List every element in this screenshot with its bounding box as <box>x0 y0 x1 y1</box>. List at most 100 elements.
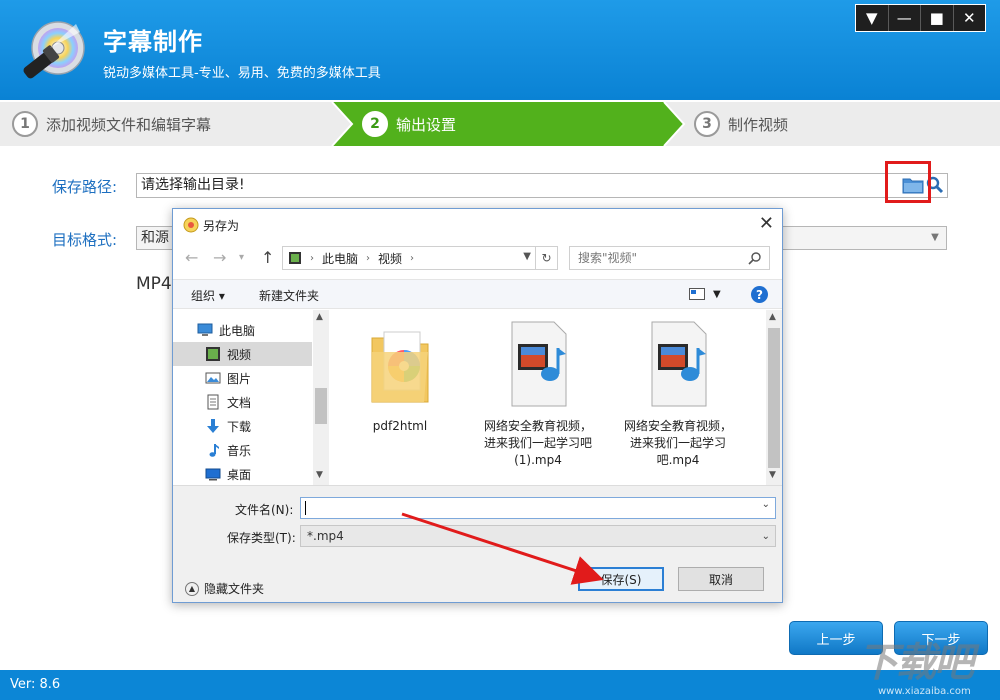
save-path-label: 保存路径: <box>52 178 118 196</box>
tree-item-computer[interactable]: 此电脑 <box>173 318 312 342</box>
scroll-down-icon[interactable]: ▼ <box>316 470 323 480</box>
computer-icon <box>197 323 213 336</box>
step-3[interactable]: 3 制作视频 <box>694 102 788 146</box>
recent-dropdown-icon[interactable]: ▾ <box>239 252 244 263</box>
watermark-url: www.xiazaiba.com <box>878 686 971 697</box>
breadcrumb-separator: › <box>310 252 314 264</box>
app-header: 字幕制作 锐动多媒体工具-专业、易用、免费的多媒体工具 ▼ — ■ ✕ <box>0 0 1000 100</box>
filetype-label: 保存类型(T): <box>227 531 296 545</box>
dialog-close-button[interactable]: ✕ <box>759 213 774 234</box>
breadcrumb-separator: › <box>410 252 415 264</box>
prev-step-button[interactable]: 上一步 <box>789 621 883 655</box>
new-folder-button[interactable]: 新建文件夹 <box>259 287 319 304</box>
desktop-icon <box>205 468 221 481</box>
target-format-value: 和源 <box>141 230 169 246</box>
tree-scroll-thumb[interactable] <box>315 388 327 424</box>
cancel-button[interactable]: 取消 <box>678 567 764 591</box>
search-placeholder: 搜索"视频" <box>578 251 638 265</box>
breadcrumb-separator: › <box>366 252 371 264</box>
dialog-search-input[interactable]: 搜索"视频" <box>569 246 770 270</box>
status-bar: Ver: 8.6 <box>0 670 1000 700</box>
file-name: 网络安全教育视频，进来我们一起学习吧(1).mp4 <box>483 419 592 467</box>
documents-icon <box>207 394 219 410</box>
dialog-bottom-panel: 文件名(N): ⌄ 保存类型(T): *.mp4 ⌄ ▲ 隐藏文件夹 保存(S)… <box>173 485 782 602</box>
breadcrumb-videos[interactable]: 视频 <box>378 250 402 267</box>
step-1[interactable]: 1 添加视频文件和编辑字幕 <box>12 102 211 146</box>
step-2[interactable]: 2 输出设置 <box>362 102 456 146</box>
tree-item-label: 下载 <box>227 419 252 434</box>
target-format-label: 目标格式: <box>52 231 118 249</box>
step-1-label: 添加视频文件和编辑字幕 <box>46 115 212 134</box>
navigation-tree: 此电脑 视频 图片 文档 下载 音乐 桌面 <box>173 310 313 485</box>
address-dropdown-icon[interactable]: ▼ <box>523 251 531 262</box>
scroll-up-icon[interactable]: ▲ <box>769 312 776 322</box>
organize-menu[interactable]: 组织 ▾ <box>191 287 225 304</box>
window-menu-button[interactable]: ▼ <box>856 5 889 31</box>
filetype-select[interactable]: *.mp4 ⌄ <box>300 525 776 547</box>
app-logo-icon <box>23 21 85 79</box>
app-subtitle: 锐动多媒体工具-专业、易用、免费的多媒体工具 <box>103 66 381 81</box>
dialog-title: 另存为 <box>203 219 240 233</box>
file-item-folder[interactable]: pdf2html <box>345 318 455 435</box>
video-folder-icon <box>289 252 301 264</box>
save-path-input[interactable]: 请选择输出目录! <box>136 173 948 198</box>
save-button[interactable]: 保存(S) <box>578 567 664 591</box>
chevron-up-icon: ▲ <box>185 581 199 596</box>
step-3-label: 制作视频 <box>728 115 789 134</box>
view-dropdown-icon[interactable]: ▼ <box>713 289 721 300</box>
steps-bar: 1 添加视频文件和编辑字幕 2 输出设置 3 制作视频 <box>0 102 1000 146</box>
back-arrow-icon[interactable]: ← <box>185 248 198 267</box>
breadcrumb-computer[interactable]: 此电脑 <box>322 250 358 267</box>
address-bar[interactable]: › 此电脑 › 视频 › ▼ ↻ <box>282 246 558 270</box>
scroll-up-icon[interactable]: ▲ <box>316 312 323 322</box>
tree-item-documents[interactable]: 文档 <box>173 390 312 414</box>
hide-folders-toggle[interactable]: ▲ 隐藏文件夹 <box>185 580 264 597</box>
refresh-icon[interactable]: ↻ <box>535 247 557 269</box>
hide-folders-label: 隐藏文件夹 <box>204 582 265 596</box>
step-1-number: 1 <box>12 111 38 137</box>
file-item-mp4-2[interactable]: 网络安全教育视频，进来我们一起学习吧.mp4 <box>623 318 733 469</box>
save-as-dialog: 另存为 ✕ ← → ▾ ↑ › 此电脑 › 视频 › ▼ ↻ 搜索"视频" 组织… <box>172 208 783 603</box>
chevron-down-icon: ⌄ <box>761 531 770 542</box>
step-2-number: 2 <box>362 111 388 137</box>
dialog-toolbar: 组织 ▾ 新建文件夹 ▼ ? <box>173 279 782 309</box>
tree-item-label: 图片 <box>227 371 252 386</box>
file-list: pdf2html 网络安全教育视频，进来我们一起学习吧(1).mp4 网络安全教… <box>331 310 766 485</box>
tree-item-label: 文档 <box>227 395 252 410</box>
tree-item-videos[interactable]: 视频 <box>173 342 312 366</box>
step-3-number: 3 <box>694 111 720 137</box>
tree-item-label: 视频 <box>227 347 252 362</box>
files-scrollbar[interactable]: ▲ ▼ <box>766 310 782 485</box>
filename-input[interactable]: ⌄ <box>300 497 776 519</box>
search-icon <box>748 252 761 265</box>
file-name: pdf2html <box>372 419 428 433</box>
tree-item-pictures[interactable]: 图片 <box>173 366 312 390</box>
view-mode-icon[interactable] <box>689 288 705 300</box>
file-item-mp4-1[interactable]: 网络安全教育视频，进来我们一起学习吧(1).mp4 <box>483 318 593 469</box>
dialog-nav-row: ← → ▾ ↑ › 此电脑 › 视频 › ▼ ↻ 搜索"视频" <box>173 243 782 273</box>
next-step-button[interactable]: 下一步 <box>894 621 988 655</box>
tree-item-label: 此电脑 <box>219 323 256 338</box>
files-scroll-thumb[interactable] <box>768 328 780 468</box>
download-icon <box>207 419 219 433</box>
filetype-value: *.mp4 <box>307 529 344 543</box>
scroll-down-icon[interactable]: ▼ <box>769 470 776 480</box>
window-maximize-button[interactable]: ■ <box>921 5 954 31</box>
pictures-icon <box>205 372 221 384</box>
folder-icon <box>371 331 429 403</box>
help-icon[interactable]: ? <box>751 286 768 303</box>
up-arrow-icon[interactable]: ↑ <box>261 248 274 267</box>
tree-scrollbar[interactable]: ▲ ▼ <box>313 310 329 485</box>
tree-item-downloads[interactable]: 下载 <box>173 414 312 438</box>
text-caret <box>305 501 306 515</box>
highlight-box <box>885 161 931 203</box>
filename-label: 文件名(N): <box>235 503 294 517</box>
tree-item-label: 音乐 <box>227 443 252 458</box>
forward-arrow-icon[interactable]: → <box>213 248 226 267</box>
tree-item-music[interactable]: 音乐 <box>173 438 312 462</box>
window-minimize-button[interactable]: — <box>889 5 921 31</box>
video-file-icon <box>651 321 707 407</box>
window-close-button[interactable]: ✕ <box>954 5 986 31</box>
chevron-down-icon[interactable]: ⌄ <box>762 499 770 510</box>
tree-item-desktop[interactable]: 桌面 <box>173 462 312 486</box>
